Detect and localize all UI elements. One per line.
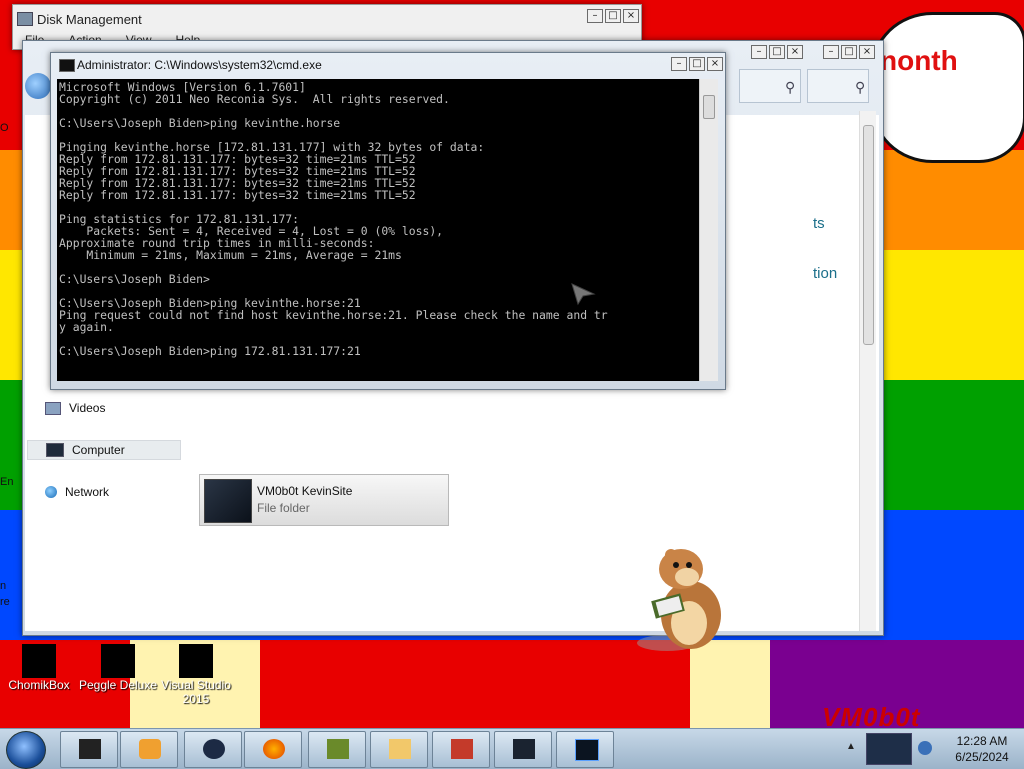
visual-studio-icon <box>179 644 213 678</box>
vm-window-icon <box>513 739 535 759</box>
nav-label: Network <box>65 485 110 499</box>
hamster-image <box>637 549 721 651</box>
maximize-icon[interactable]: □ <box>689 57 705 71</box>
chomikbox-icon <box>22 644 56 678</box>
window-controls-secondary: – □ × <box>823 45 875 59</box>
maximize-icon[interactable]: □ <box>769 45 785 59</box>
videos-icon <box>45 401 61 415</box>
cmd-icon <box>59 59 75 72</box>
back-button[interactable] <box>25 73 51 99</box>
clock-date: 6/25/2024 <box>955 750 1009 764</box>
folder-icon <box>204 479 252 523</box>
bubble-text: nonth <box>880 45 958 76</box>
nav-item-network[interactable]: Network <box>45 485 109 499</box>
desktop-icon-chomikbox[interactable]: ChomikBox <box>4 644 74 692</box>
clock-time: 12:28 AM <box>956 734 1008 748</box>
toolbox-icon <box>451 739 473 759</box>
taskbar-item-chomikbox[interactable] <box>308 731 366 768</box>
console-scrollbar[interactable] <box>699 79 718 381</box>
close-icon[interactable]: × <box>623 9 639 23</box>
taskbar-item-cmd-window[interactable] <box>556 731 614 768</box>
folder-icon <box>389 739 411 759</box>
minimize-icon[interactable]: – <box>587 9 603 23</box>
folder-type: File folder <box>257 501 310 515</box>
scroll-thumb[interactable] <box>863 125 874 345</box>
vertical-scrollbar[interactable] <box>859 111 876 631</box>
window-controls: – □ × <box>751 45 803 59</box>
left-fragment: En <box>0 476 14 488</box>
taskbar-item-vm-window[interactable] <box>494 731 552 768</box>
scroll-thumb[interactable] <box>703 95 715 119</box>
explorer-icon <box>79 739 101 759</box>
taskbar-item-toolbox[interactable] <box>432 731 490 768</box>
system-tray <box>860 731 940 765</box>
disk-icon <box>17 12 33 26</box>
firefox-icon <box>263 739 285 759</box>
chomikbox-icon <box>327 739 349 759</box>
minimize-icon[interactable]: – <box>671 57 687 71</box>
tray-expand-icon[interactable]: ▲ <box>846 741 856 752</box>
search-icon[interactable]: ⚲ <box>855 79 869 95</box>
desktop-icon-label: Visual Studio 2015 <box>161 678 231 706</box>
browser-icon <box>203 739 225 759</box>
taskbar-item-chrome-dark[interactable] <box>184 731 242 768</box>
minimize-icon[interactable]: – <box>823 45 839 59</box>
window-title: Administrator: C:\Windows\system32\cmd.e… <box>77 58 322 72</box>
cmd-window[interactable]: Administrator: C:\Windows\system32\cmd.e… <box>50 52 726 390</box>
maximize-icon[interactable]: □ <box>605 9 621 23</box>
desktop-icon-label: Peggle Deluxe <box>78 678 158 692</box>
desktop-icon-label: ChomikBox <box>8 678 70 692</box>
nav-label: Computer <box>72 443 125 457</box>
clock[interactable]: 12:28 AM 6/25/2024 <box>944 733 1020 765</box>
taskbar-item-firefox[interactable] <box>244 731 302 768</box>
desktop-icon-visual-studio[interactable]: Visual Studio 2015 <box>158 644 234 706</box>
nav-label: Videos <box>69 401 106 415</box>
mouse-pointer-icon <box>571 283 596 306</box>
close-icon[interactable]: × <box>859 45 875 59</box>
minimize-icon[interactable]: – <box>751 45 767 59</box>
window-controls: – □ × <box>587 9 639 23</box>
folder-vm0b0t-kevinsite[interactable]: VM0b0t KevinSite File folder <box>199 474 449 526</box>
left-fragment: O <box>0 122 9 134</box>
taskbar-item-folder[interactable] <box>370 731 428 768</box>
link-fragment[interactable]: ts <box>813 215 825 232</box>
search-icon[interactable]: ⚲ <box>785 79 799 95</box>
taskbar: ▲ 12:28 AM 6/25/2024 <box>0 728 1024 769</box>
desktop-yellow-shape-2 <box>690 640 770 728</box>
desktop-icon-peggle[interactable]: Peggle Deluxe <box>76 644 160 692</box>
window-title: Disk Management <box>37 12 142 27</box>
tray-app-icon[interactable] <box>866 733 912 765</box>
close-icon[interactable]: × <box>787 45 803 59</box>
speech-bubble <box>870 12 1024 163</box>
left-fragment: re <box>0 596 10 608</box>
close-icon[interactable]: × <box>707 57 723 71</box>
window-controls: – □ × <box>671 57 723 71</box>
folder-name: VM0b0t KevinSite <box>257 484 353 498</box>
peggle-icon <box>101 644 135 678</box>
nav-item-computer[interactable]: Computer <box>27 440 181 460</box>
media-player-icon <box>139 739 161 759</box>
link-fragment[interactable]: tion <box>813 265 837 282</box>
taskbar-item-media-player[interactable] <box>120 731 178 768</box>
console-text: Microsoft Windows [Version 6.1.7601] Cop… <box>59 80 608 358</box>
taskbar-item-explorer[interactable] <box>60 731 118 768</box>
maximize-icon[interactable]: □ <box>841 45 857 59</box>
nav-item-videos[interactable]: Videos <box>45 401 105 415</box>
network-icon <box>45 486 57 498</box>
computer-icon <box>46 443 64 457</box>
console-output[interactable]: Microsoft Windows [Version 6.1.7601] Cop… <box>57 79 699 381</box>
network-tray-icon[interactable] <box>918 741 932 755</box>
cmd-window-icon <box>575 739 599 761</box>
start-button[interactable] <box>6 731 46 769</box>
left-fragment: n <box>0 580 7 592</box>
